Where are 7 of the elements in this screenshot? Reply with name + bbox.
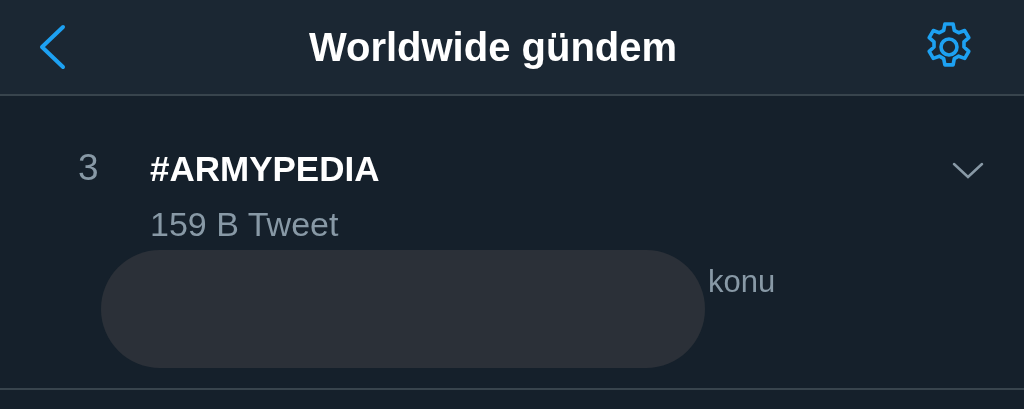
trend-context: konu (708, 262, 776, 300)
page-title: Worldwide gündem (308, 24, 678, 70)
back-icon[interactable] (38, 24, 66, 70)
tweet-count: 159 B Tweet (150, 204, 339, 245)
trend-name[interactable]: #ARMYPEDIA (150, 148, 380, 190)
chevron-down-icon[interactable] (952, 162, 984, 180)
trend-rank: 3 (78, 148, 100, 190)
